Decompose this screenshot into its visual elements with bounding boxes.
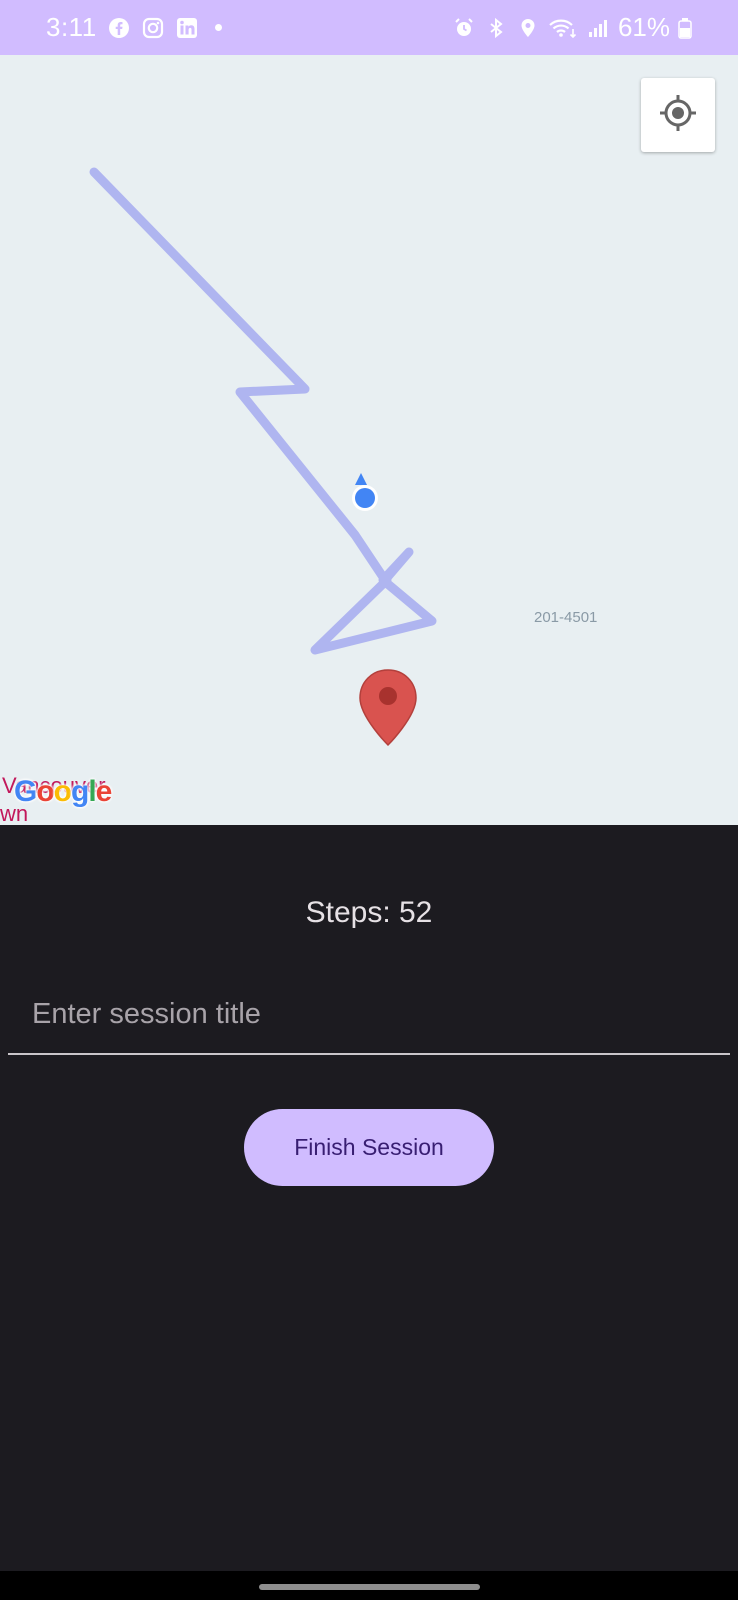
status-bar-left: 3:11 — [46, 12, 452, 43]
battery-percent: 61% — [617, 12, 670, 42]
home-gesture-handle[interactable] — [259, 1584, 480, 1590]
session-title-input[interactable] — [8, 975, 730, 1055]
notification-dot — [214, 24, 222, 31]
logo-letter: G — [14, 775, 37, 808]
logo-letter: o — [53, 775, 72, 808]
user-location-dot — [352, 473, 378, 511]
logo-letter: g — [71, 775, 89, 808]
wifi-icon — [548, 16, 578, 40]
location-icon — [516, 16, 540, 40]
map-address-label: 201-4501 — [534, 609, 598, 626]
map-canvas — [89, 167, 437, 747]
logo-letter: e — [95, 775, 113, 808]
my-location-button[interactable] — [641, 78, 715, 152]
route-path — [89, 167, 437, 655]
steps-count: Steps: 52 — [305, 896, 433, 929]
battery-icon — [678, 16, 692, 40]
finish-session-button[interactable]: Finish Session — [244, 1109, 494, 1186]
logo-letter: o — [36, 775, 54, 808]
linkedin-icon — [175, 16, 199, 40]
bluetooth-icon — [484, 16, 508, 40]
instagram-icon — [141, 16, 165, 40]
crosshair-icon — [658, 93, 698, 138]
map-view[interactable]: 201-4501 Vancouver wn Google — [0, 55, 738, 825]
status-bar: 3:11 61% — [0, 0, 738, 55]
destination-pin-icon — [359, 669, 417, 747]
status-time: 3:11 — [46, 12, 97, 42]
status-bar-right: 61% — [452, 12, 692, 43]
facebook-icon — [107, 16, 131, 40]
alarm-icon — [452, 16, 476, 40]
signal-icon — [586, 16, 610, 40]
google-logo: Google — [14, 775, 113, 809]
logo-letter: l — [88, 775, 96, 808]
navigation-bar — [0, 1571, 738, 1600]
